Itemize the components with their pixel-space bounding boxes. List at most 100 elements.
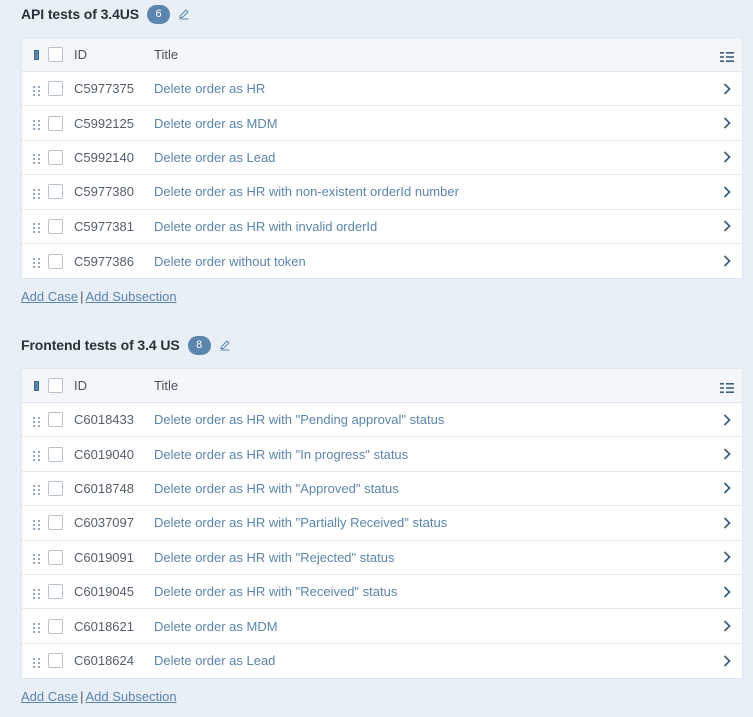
- case-title-link[interactable]: Delete order as HR with non-existent ord…: [154, 184, 712, 199]
- row-checkbox[interactable]: [48, 81, 63, 97]
- column-list-icon[interactable]: [720, 381, 734, 393]
- drag-handle-icon[interactable]: [32, 152, 40, 165]
- chevron-right-icon[interactable]: [723, 117, 731, 129]
- row-checkbox[interactable]: [48, 618, 63, 634]
- row-checkbox[interactable]: [48, 218, 63, 234]
- chevron-right-icon[interactable]: [723, 414, 731, 426]
- case-id: C6018621: [74, 618, 134, 634]
- add-subsection-link[interactable]: Add Subsection: [85, 689, 176, 704]
- case-title-link[interactable]: Delete order as MDM: [154, 116, 712, 131]
- test-section: Frontend tests of 3.4 US 8 ID Title C601…: [21, 331, 743, 704]
- table-row[interactable]: C5992125 Delete order as MDM: [22, 106, 742, 141]
- row-checkbox[interactable]: [48, 653, 63, 669]
- chevron-right-icon[interactable]: [723, 620, 731, 632]
- row-checkbox[interactable]: [48, 446, 63, 462]
- case-title-link[interactable]: Delete order as HR with invalid orderId: [154, 219, 712, 234]
- add-case-link[interactable]: Add Case: [21, 689, 78, 704]
- chevron-right-icon[interactable]: [723, 220, 731, 232]
- table-row[interactable]: C6019091 Delete order as HR with "Reject…: [22, 540, 742, 575]
- table-header-row: ID Title: [22, 369, 742, 403]
- drag-handle-icon[interactable]: [32, 118, 40, 131]
- drag-handle-icon[interactable]: [32, 84, 40, 96]
- row-checkbox[interactable]: [48, 115, 63, 131]
- chevron-right-icon[interactable]: [723, 517, 731, 529]
- select-all-checkbox[interactable]: [48, 47, 63, 62]
- case-id: C6037097: [74, 515, 134, 531]
- table-row[interactable]: C5977381 Delete order as HR with invalid…: [22, 209, 742, 244]
- table-row[interactable]: C5977375 Delete order as HR: [22, 72, 742, 107]
- column-header-id[interactable]: ID: [74, 47, 154, 62]
- row-checkbox[interactable]: [48, 412, 63, 428]
- drag-handle-icon[interactable]: [32, 221, 40, 234]
- table-body: C5977375 Delete order as HR C5992125 Del…: [22, 72, 742, 279]
- drag-handle-icon[interactable]: [32, 552, 40, 565]
- row-checkbox[interactable]: [48, 149, 63, 165]
- chevron-right-icon[interactable]: [723, 655, 731, 667]
- table-row[interactable]: C6018624 Delete order as Lead: [22, 643, 742, 679]
- table-row[interactable]: C5992140 Delete order as Lead: [22, 140, 742, 176]
- drag-handle-icon[interactable]: [32, 256, 40, 269]
- test-section: API tests of 3.4US 6 ID Title C5977375 D…: [21, 0, 743, 304]
- case-title-link[interactable]: Delete order as MDM: [154, 619, 712, 634]
- case-title-link[interactable]: Delete order as HR with "Approved" statu…: [154, 481, 712, 496]
- pencil-icon[interactable]: [219, 339, 231, 351]
- column-list-icon[interactable]: [720, 50, 734, 62]
- case-title-link[interactable]: Delete order without token: [154, 254, 712, 269]
- chevron-right-icon[interactable]: [723, 448, 731, 460]
- table-row[interactable]: C6018433 Delete order as HR with "Pendin…: [22, 403, 742, 438]
- select-all-checkbox[interactable]: [48, 378, 63, 393]
- drag-handle-icon[interactable]: [32, 187, 40, 199]
- add-subsection-link[interactable]: Add Subsection: [85, 289, 176, 304]
- case-title-link[interactable]: Delete order as HR with "Partially Recei…: [154, 515, 712, 530]
- case-id: C6018748: [74, 480, 134, 496]
- case-count-badge: 6: [147, 4, 171, 24]
- column-header-title[interactable]: Title: [154, 378, 712, 393]
- case-title-link[interactable]: Delete order as HR with "Received" statu…: [154, 584, 712, 599]
- table-row[interactable]: C6018748 Delete order as HR with "Approv…: [22, 471, 742, 507]
- chevron-right-icon[interactable]: [723, 586, 731, 598]
- drag-handle-icon[interactable]: [32, 656, 40, 668]
- case-title-link[interactable]: Delete order as HR: [154, 81, 712, 96]
- table-row[interactable]: C6019045 Delete order as HR with "Receiv…: [22, 574, 742, 610]
- table-row[interactable]: C6037097 Delete order as HR with "Partia…: [22, 506, 742, 541]
- row-checkbox[interactable]: [48, 480, 63, 496]
- column-header-title[interactable]: Title: [154, 47, 712, 62]
- table-row[interactable]: C6019040 Delete order as HR with "In pro…: [22, 437, 742, 472]
- case-title-link[interactable]: Delete order as HR with "Pending approva…: [154, 412, 712, 427]
- case-title-link[interactable]: Delete order as HR with "In progress" st…: [154, 447, 712, 462]
- chevron-right-icon[interactable]: [723, 186, 731, 198]
- chevron-right-icon[interactable]: [723, 151, 731, 164]
- row-checkbox[interactable]: [48, 584, 63, 600]
- column-header-id[interactable]: ID: [74, 378, 154, 393]
- section-footer: Add Case | Add Subsection: [21, 289, 743, 304]
- section-header: Frontend tests of 3.4 US 8: [21, 331, 743, 359]
- case-title-link[interactable]: Delete order as HR with "Rejected" statu…: [154, 550, 712, 565]
- table-row[interactable]: C6018621 Delete order as MDM: [22, 609, 742, 644]
- drag-handle-icon[interactable]: [32, 483, 40, 496]
- header-marker-cell: [22, 380, 48, 391]
- chevron-right-icon[interactable]: [723, 83, 731, 95]
- header-marker-cell: [22, 49, 48, 60]
- drag-handle-icon[interactable]: [32, 621, 40, 634]
- drag-handle-icon[interactable]: [32, 587, 40, 599]
- pencil-icon[interactable]: [178, 8, 190, 20]
- table-row[interactable]: C5977380 Delete order as HR with non-exi…: [22, 175, 742, 210]
- case-title-link[interactable]: Delete order as Lead: [154, 653, 712, 668]
- case-id: C5977386: [74, 253, 134, 269]
- row-checkbox[interactable]: [48, 515, 63, 531]
- chevron-right-icon[interactable]: [723, 255, 731, 267]
- row-checkbox[interactable]: [48, 184, 63, 200]
- selection-marker-icon: [33, 49, 39, 60]
- case-title-link[interactable]: Delete order as Lead: [154, 150, 712, 165]
- drag-handle-icon[interactable]: [32, 415, 40, 427]
- add-case-link[interactable]: Add Case: [21, 289, 78, 304]
- chevron-right-icon[interactable]: [723, 482, 731, 495]
- selection-marker-icon: [33, 380, 39, 391]
- chevron-right-icon[interactable]: [723, 551, 731, 563]
- drag-handle-icon[interactable]: [32, 518, 40, 530]
- drag-handle-icon[interactable]: [32, 449, 40, 462]
- table-row[interactable]: C5977386 Delete order without token: [22, 243, 742, 279]
- row-checkbox[interactable]: [48, 549, 63, 565]
- row-checkbox[interactable]: [48, 253, 63, 269]
- footer-separator: |: [80, 289, 84, 305]
